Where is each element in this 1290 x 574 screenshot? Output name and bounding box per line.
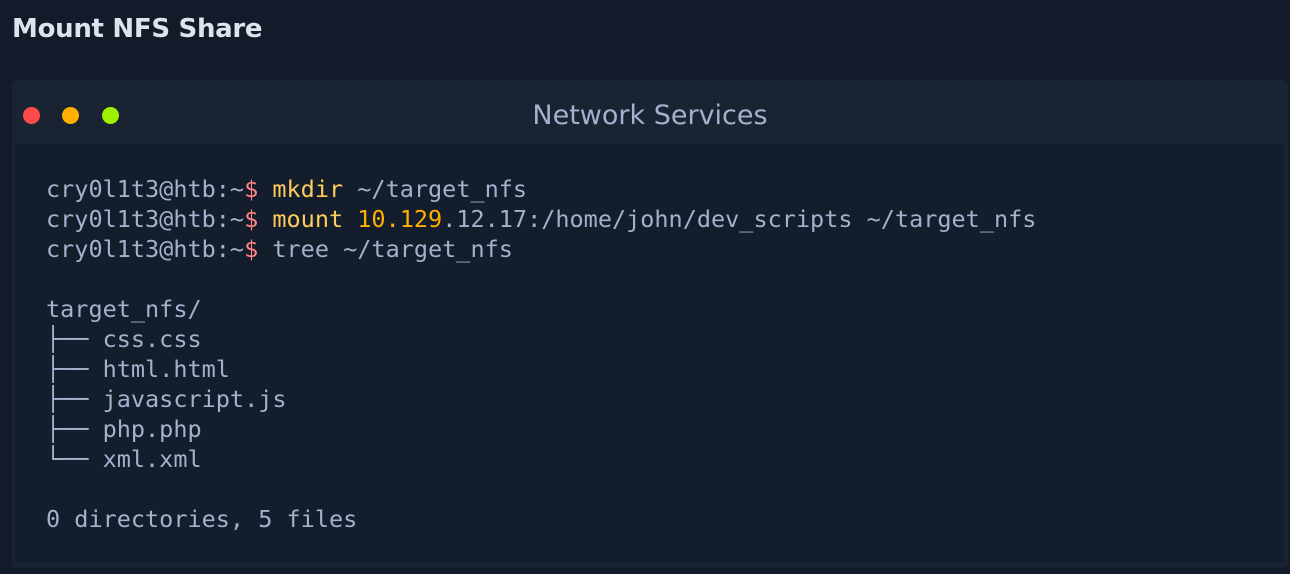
prompt-symbol: $	[244, 175, 259, 203]
tree-entry: ├── javascript.js	[46, 385, 287, 413]
command-name: mkdir	[272, 175, 344, 203]
command-line-tree: cry0l1t3@htb:~$ tree ~/target_nfs	[15, 234, 1284, 264]
window-title: Network Services	[532, 100, 768, 131]
prompt-symbol: $	[244, 235, 259, 263]
command-name: mount	[272, 205, 344, 233]
command-line-mount: cry0l1t3@htb:~$ mount 10.129.12.17:/home…	[15, 204, 1284, 234]
tree-entry: └── xml.xml	[46, 445, 202, 473]
terminal-titlebar: Network Services	[12, 80, 1288, 142]
page-title: Mount NFS Share	[12, 14, 263, 44]
tree-root: target_nfs/	[46, 295, 202, 323]
command-args: ~/target_nfs	[343, 175, 528, 203]
terminal-window: Network Services cry0l1t3@htb:~$ mkdir ~…	[12, 80, 1288, 568]
tree-entry: ├── php.php	[46, 415, 202, 443]
command-args: .12.17:/home/john/dev_scripts ~/target_n…	[442, 205, 1037, 233]
tree-entry: ├── css.css	[46, 325, 202, 353]
command-ip: 10.129	[343, 205, 443, 233]
command-line-mkdir: cry0l1t3@htb:~$ mkdir ~/target_nfs	[15, 174, 1284, 204]
terminal-body[interactable]: cry0l1t3@htb:~$ mkdir ~/target_nfs cry0l…	[15, 144, 1284, 562]
prompt-symbol: $	[244, 205, 259, 233]
command-args: tree ~/target_nfs	[258, 235, 513, 263]
prompt: cry0l1t3@htb:~	[46, 175, 245, 203]
prompt: cry0l1t3@htb:~	[46, 235, 245, 263]
tree-summary: 0 directories, 5 files	[46, 505, 358, 533]
tree-entry: ├── html.html	[46, 355, 230, 383]
prompt: cry0l1t3@htb:~	[46, 205, 245, 233]
